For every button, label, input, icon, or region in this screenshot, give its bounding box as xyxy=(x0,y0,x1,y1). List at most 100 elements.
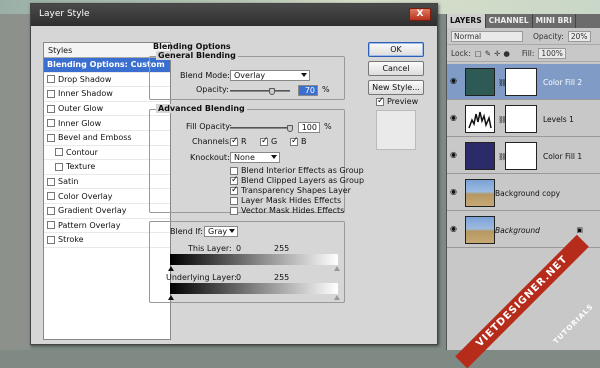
underlying-white-slider[interactable] xyxy=(334,295,340,300)
knockout-select[interactable]: None xyxy=(230,152,280,163)
preview-label: Preview xyxy=(387,97,419,106)
advanced-option-checkbox[interactable] xyxy=(230,175,239,185)
style-item-checkbox[interactable] xyxy=(47,104,55,113)
layer-blend-mode-select[interactable]: Normal xyxy=(451,30,523,42)
blend-if-select[interactable]: Gray xyxy=(204,226,238,237)
advanced-option-checkbox[interactable] xyxy=(230,166,238,175)
advanced-option-checkbox[interactable] xyxy=(230,206,238,215)
style-item-checkbox[interactable] xyxy=(55,162,63,171)
advanced-option[interactable]: Transparency Shapes Layer xyxy=(230,185,351,195)
layer-thumbnail[interactable] xyxy=(465,142,495,170)
tab-layers[interactable]: LAYERS xyxy=(447,14,486,28)
layer-row[interactable]: ◉ ⛓ Color Fill 2 xyxy=(447,64,600,100)
channel-checkbox[interactable] xyxy=(260,136,269,146)
advanced-option-checkbox[interactable] xyxy=(230,185,239,195)
opacity-slider-handle[interactable] xyxy=(269,88,275,95)
fill-input[interactable]: 100% xyxy=(538,47,566,59)
layer-mask-thumbnail[interactable] xyxy=(505,105,537,133)
advanced-option[interactable]: Vector Mask Hides Effects xyxy=(230,206,344,215)
layers-blend-row: Normal Opacity: 20% xyxy=(447,28,600,45)
lock-move-icon[interactable]: ✛ xyxy=(494,49,500,58)
advanced-option[interactable]: Blend Clipped Layers as Group xyxy=(230,175,364,185)
style-item-checkbox[interactable] xyxy=(55,148,63,157)
eye-icon[interactable]: ◉ xyxy=(450,114,460,122)
style-item-checkbox[interactable] xyxy=(47,177,55,186)
cancel-button[interactable]: Cancel xyxy=(368,61,424,76)
lock-all-icon[interactable]: ● xyxy=(503,49,510,58)
channels-label: Channels: xyxy=(192,137,232,146)
style-item-checkbox[interactable] xyxy=(47,192,55,201)
layer-mask-thumbnail[interactable] xyxy=(505,68,537,96)
style-item-checkbox[interactable] xyxy=(47,221,55,230)
style-item-checkbox[interactable] xyxy=(47,75,55,84)
dialog-titlebar[interactable]: Layer Style X xyxy=(31,4,437,26)
eye-icon[interactable]: ◉ xyxy=(450,151,460,159)
channel-checkbox[interactable] xyxy=(290,136,299,146)
blend-mode-value: Overlay xyxy=(234,71,266,80)
this-layer-gradient[interactable] xyxy=(170,254,338,265)
fill-opacity-label: Fill Opacity: xyxy=(186,122,233,131)
layer-thumbnail[interactable] xyxy=(465,216,495,244)
this-layer-white-slider[interactable] xyxy=(334,266,340,271)
style-item-checkbox[interactable] xyxy=(47,133,55,142)
layer-thumbnail[interactable] xyxy=(465,179,495,207)
blending-options-title: Blending Options xyxy=(153,42,231,51)
channel-label: B xyxy=(301,137,307,146)
style-item-checkbox[interactable] xyxy=(47,119,55,128)
channel-checkbox[interactable] xyxy=(230,136,239,146)
layer-thumbnail[interactable] xyxy=(465,68,495,96)
eye-icon[interactable]: ◉ xyxy=(450,77,460,85)
underlying-black-slider[interactable] xyxy=(168,295,174,300)
layer-thumbnail[interactable] xyxy=(465,105,495,133)
dialog-title: Layer Style xyxy=(39,9,90,19)
fill-opacity-unit: % xyxy=(324,122,332,131)
this-layer-black-slider[interactable] xyxy=(168,266,174,271)
channel-toggle[interactable]: B xyxy=(290,136,307,146)
close-button[interactable]: X xyxy=(409,8,431,21)
fill-opacity-slider[interactable] xyxy=(230,125,293,132)
style-item-checkbox[interactable] xyxy=(47,235,55,244)
blend-mode-select[interactable]: Overlay xyxy=(230,70,310,81)
fill-opacity-input[interactable]: 100 xyxy=(298,122,320,133)
advanced-option[interactable]: Blend Interior Effects as Group xyxy=(230,166,364,175)
style-item-label: Pattern Overlay xyxy=(58,220,121,230)
style-item-checkbox[interactable] xyxy=(47,89,55,98)
opacity-slider[interactable] xyxy=(230,88,290,95)
ok-button[interactable]: OK xyxy=(368,42,424,57)
general-blending-group: General Blending Blend Mode: Overlay Opa… xyxy=(149,51,345,100)
style-item-label: Color Overlay xyxy=(58,191,113,201)
style-item-checkbox[interactable] xyxy=(47,206,55,215)
tab-channels[interactable]: CHANNEL xyxy=(486,14,533,28)
lock-transparency-icon[interactable]: ▢ xyxy=(475,49,482,58)
this-layer-min: 0 xyxy=(236,244,242,253)
channel-label: G xyxy=(271,137,278,146)
eye-icon[interactable]: ◉ xyxy=(450,188,460,196)
channel-toggle[interactable]: R xyxy=(230,136,247,146)
fill-opacity-slider-handle[interactable] xyxy=(287,125,293,132)
channel-toggle[interactable]: G xyxy=(260,136,278,146)
preview-toggle[interactable]: Preview xyxy=(376,96,419,106)
layer-row[interactable]: ◉ Background copy xyxy=(447,175,600,211)
layer-row[interactable]: ◉ ⛓ Levels 1 xyxy=(447,101,600,137)
new-style-button[interactable]: New Style... xyxy=(368,80,424,95)
style-item-label: Contour xyxy=(66,147,98,157)
layer-name: Color Fill 1 xyxy=(543,152,583,161)
layer-opacity-input[interactable]: 20% xyxy=(567,30,591,42)
chevron-down-icon xyxy=(271,155,277,159)
underlying-gradient[interactable] xyxy=(170,283,338,294)
advanced-blending-title: Advanced Blending xyxy=(156,104,247,113)
advanced-option-label: Blend Interior Effects as Group xyxy=(241,166,364,175)
tab-mini-bridge[interactable]: MINI BRI xyxy=(533,14,576,28)
style-item-label: Blending Options: Custom xyxy=(47,60,165,70)
lock-paint-icon[interactable]: ✎ xyxy=(485,49,491,58)
advanced-option[interactable]: Layer Mask Hides Effects xyxy=(230,196,341,205)
layer-mask-thumbnail[interactable] xyxy=(505,142,537,170)
advanced-option-checkbox[interactable] xyxy=(230,196,238,205)
preview-checkbox[interactable] xyxy=(376,96,385,106)
eye-icon[interactable]: ◉ xyxy=(450,225,460,233)
canvas-background xyxy=(0,14,30,350)
layer-row[interactable]: ◉ ⛓ Color Fill 1 xyxy=(447,138,600,174)
style-item-label: Stroke xyxy=(58,235,84,245)
blend-if-value: Gray xyxy=(208,227,228,236)
opacity-input[interactable]: 70 xyxy=(298,85,318,96)
